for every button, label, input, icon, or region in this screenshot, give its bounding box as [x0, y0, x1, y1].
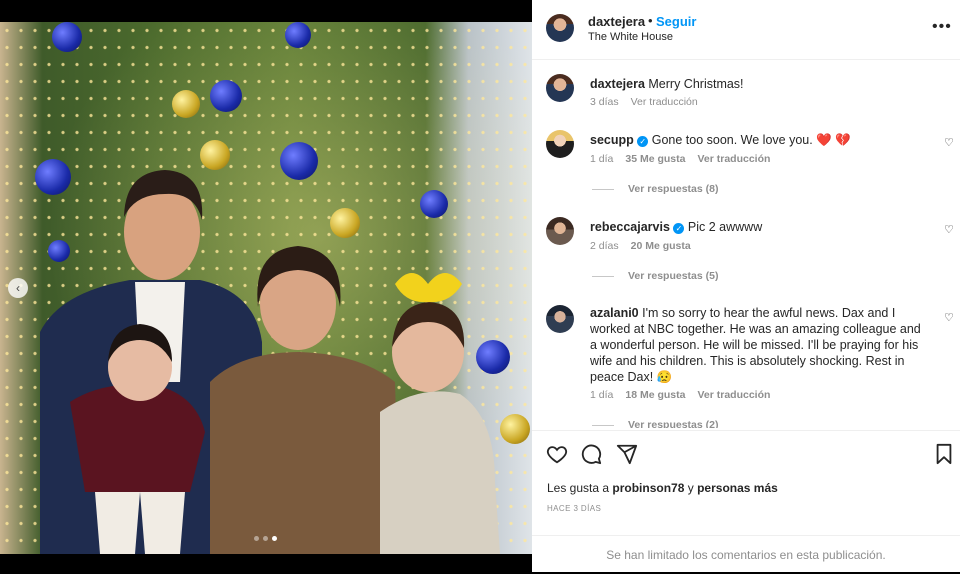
carousel-dot: [263, 536, 268, 541]
verified-icon: ✓: [637, 136, 649, 147]
comment-likes[interactable]: 35 Me gusta: [625, 153, 685, 165]
post-media: ‹: [0, 0, 532, 572]
carousel-dot: [254, 536, 259, 541]
save-bookmark-icon[interactable]: [934, 443, 954, 465]
like-comment-heart-icon[interactable]: ♡: [944, 311, 954, 324]
comment-body: I'm so sorry to hear the awful news. Dax…: [590, 306, 921, 384]
comment-avatar[interactable]: [546, 130, 574, 158]
caption-text: daxtejera Merry Christmas!: [590, 76, 930, 92]
comment-username[interactable]: rebeccajarvis: [590, 220, 670, 234]
follow-button[interactable]: Seguir: [656, 14, 696, 29]
comment-avatar[interactable]: [546, 305, 574, 333]
comment-meta: 2 días 20 Me gusta: [590, 240, 691, 252]
comment-translate[interactable]: Ver traducción: [697, 153, 770, 165]
likes-summary[interactable]: Les gusta a probinson78 y personas más: [547, 481, 778, 495]
post-actions: Les gusta a probinson78 y personas más H…: [532, 430, 960, 572]
view-replies-label[interactable]: Ver respuestas (5): [628, 270, 718, 282]
replies-line: [592, 188, 614, 190]
share-icon[interactable]: [616, 443, 638, 465]
post-photo[interactable]: [0, 22, 532, 554]
post-dialog: ‹ daxtejera • Seguir The White House •••…: [0, 0, 960, 572]
carousel-dot-active: [272, 536, 277, 541]
view-replies-button[interactable]: Ver respuestas (8): [592, 183, 718, 195]
author-avatar[interactable]: [546, 14, 574, 42]
post-side-panel: daxtejera • Seguir The White House ••• d…: [532, 0, 960, 572]
view-replies-button[interactable]: Ver respuestas (5): [592, 270, 718, 282]
view-replies-label[interactable]: Ver respuestas (8): [628, 183, 718, 195]
replies-line: [592, 424, 614, 426]
family-figures: [40, 170, 500, 554]
comment-time[interactable]: 1 día: [590, 153, 613, 165]
comment-likes[interactable]: 20 Me gusta: [631, 240, 691, 252]
author-username[interactable]: daxtejera: [588, 14, 645, 29]
carousel-prev-button[interactable]: ‹: [8, 278, 28, 298]
comment-username[interactable]: azalani0: [590, 306, 639, 320]
comments-limited-notice: Se han limitado los comentarios en esta …: [532, 535, 960, 573]
comment-likes[interactable]: 18 Me gusta: [625, 389, 685, 401]
verified-icon: ✓: [673, 223, 685, 234]
comment-meta: 1 día 18 Me gusta Ver traducción: [590, 389, 770, 401]
caption-time[interactable]: 3 días: [590, 96, 619, 108]
comment-username[interactable]: secupp: [590, 133, 634, 147]
comment-avatar[interactable]: [546, 217, 574, 245]
like-heart-icon[interactable]: [546, 443, 568, 465]
like-comment-heart-icon[interactable]: ♡: [944, 136, 954, 149]
replies-line: [592, 275, 614, 277]
comment-meta: 1 día 35 Me gusta Ver traducción: [590, 153, 770, 165]
caption-body: Merry Christmas!: [648, 77, 744, 91]
view-replies-label[interactable]: Ver respuestas (2): [628, 419, 718, 428]
comment-body: Pic 2 awwww: [687, 220, 763, 234]
separator-dot: •: [648, 13, 653, 28]
comment-time[interactable]: 1 día: [590, 389, 613, 401]
post-header: daxtejera • Seguir The White House •••: [532, 0, 960, 60]
comment-translate[interactable]: Ver traducción: [697, 389, 770, 401]
caption-username[interactable]: daxtejera: [590, 77, 645, 91]
comment-text: secupp ✓ Gone too soon. We love you. ❤️ …: [590, 132, 930, 148]
post-location[interactable]: The White House: [588, 31, 673, 43]
comment-icon[interactable]: [580, 443, 602, 465]
likes-prefix: Les gusta a: [547, 481, 610, 495]
comment-text: azalani0 I'm so sorry to hear the awful …: [590, 305, 930, 385]
post-date[interactable]: HACE 3 DÍAS: [547, 504, 601, 513]
likes-user[interactable]: probinson78: [612, 481, 684, 495]
like-comment-heart-icon[interactable]: ♡: [944, 223, 954, 236]
comments-list[interactable]: daxtejera Merry Christmas! 3 días Ver tr…: [532, 60, 960, 428]
more-options-icon[interactable]: •••: [932, 18, 952, 36]
comment-text: rebeccajarvis ✓ Pic 2 awwww: [590, 219, 930, 235]
likes-joiner: y: [687, 481, 694, 495]
comment-time[interactable]: 2 días: [590, 240, 619, 252]
caption-translate[interactable]: Ver traducción: [631, 96, 698, 108]
caption-meta: 3 días Ver traducción: [590, 96, 698, 108]
likes-others[interactable]: personas más: [697, 481, 778, 495]
carousel-dots: [254, 536, 277, 541]
view-replies-button[interactable]: Ver respuestas (2): [592, 419, 718, 428]
comment-body: Gone too soon. We love you. ❤️ 💔: [651, 133, 851, 147]
caption-avatar[interactable]: [546, 74, 574, 102]
